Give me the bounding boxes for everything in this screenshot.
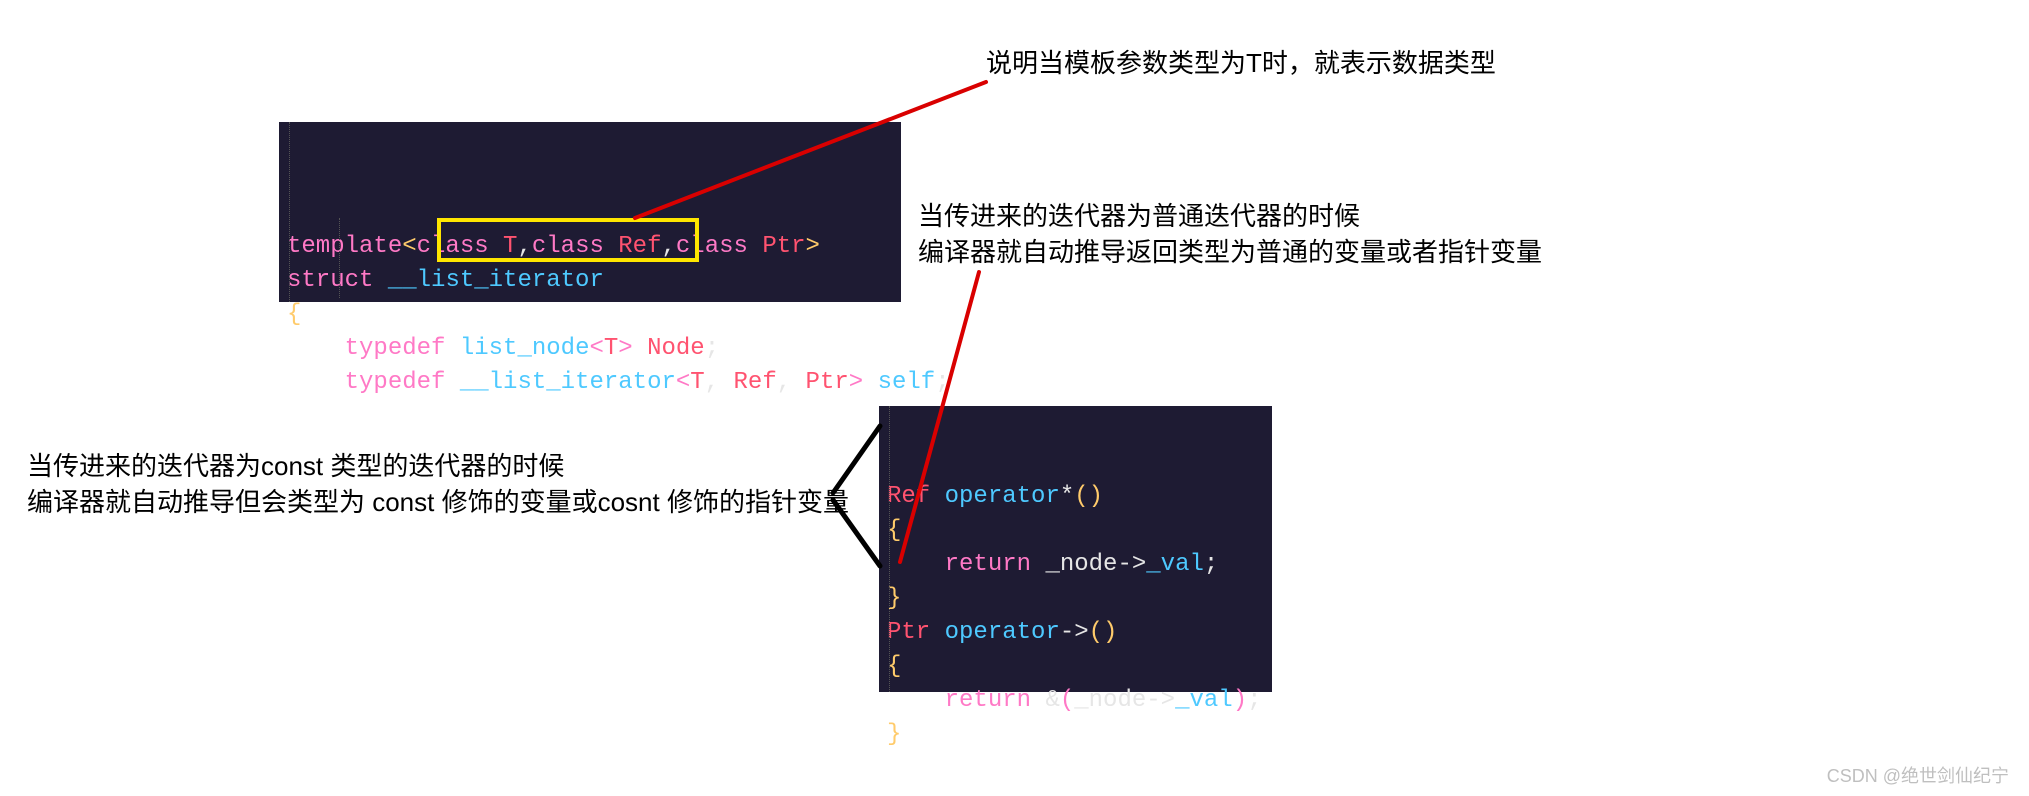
code-line-r7: return &(_node->_val);: [887, 687, 1262, 714]
highlight-box: [437, 218, 699, 262]
annotation-left: 当传进来的迭代器为const 类型的迭代器的时候 编译器就自动推导但会类型为 c…: [27, 448, 849, 520]
code-line-2: struct __list_iterator: [287, 267, 604, 294]
watermark: CSDN @绝世剑仙纪宁: [1827, 762, 2009, 788]
code-line-r5: Ptr operator->(): [887, 619, 1117, 646]
code-line-5: typedef __list_iterator<T, Ref, Ptr> sel…: [287, 369, 950, 396]
code-line-4: typedef list_node<T> Node;: [287, 335, 719, 362]
code-block-top: template<class T,class Ref,class Ptr> st…: [279, 122, 901, 302]
code-line-3: {: [287, 301, 301, 328]
annotation-top: 说明当模板参数类型为T时，就表示数据类型: [986, 45, 1496, 81]
code-block-right: Ref operator*() { return _node->_val; } …: [879, 406, 1272, 692]
code-line-r1: Ref operator*(): [887, 483, 1103, 510]
code-line-r3: return _node->_val;: [887, 551, 1218, 578]
code-line-r8: }: [887, 721, 901, 748]
annotation-right: 当传进来的迭代器为普通迭代器的时候 编译器就自动推导返回类型为普通的变量或者指针…: [918, 198, 1542, 270]
